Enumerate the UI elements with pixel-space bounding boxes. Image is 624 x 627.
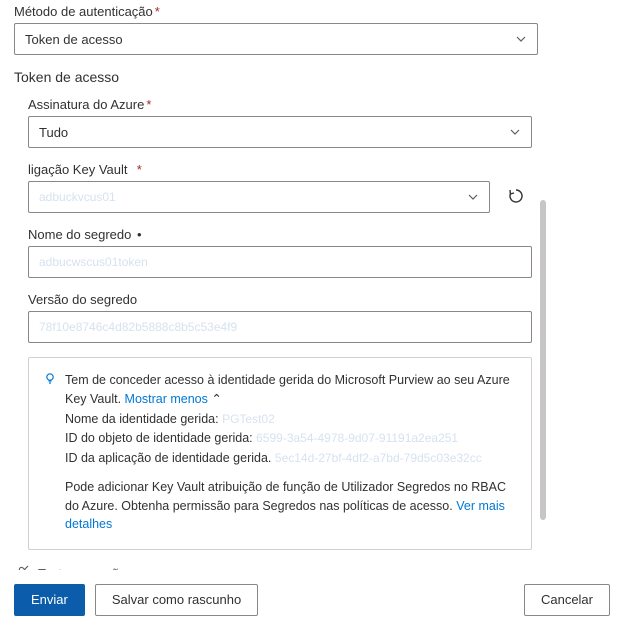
- tip-identity-obj: ID do objeto de identidade gerida: 6599-…: [65, 429, 517, 448]
- secret-version-placeholder: 78f10e8746c4d82b5888c8b5c53e4f9: [39, 320, 237, 334]
- key-vault-label-text: ligação Key Vault: [28, 162, 128, 177]
- tip-identity-name: Nome da identidade gerida: PGTest02: [65, 410, 517, 429]
- tip-paragraph-2: Pode adicionar Key Vault atribuição de f…: [65, 478, 517, 534]
- secret-name-input[interactable]: adbucwscus01token: [28, 246, 532, 278]
- azure-subscription-label-text: Assinatura do Azure: [28, 97, 144, 112]
- identity-app-label: ID da aplicação de identidade gerida.: [65, 451, 271, 465]
- tip-text-rbac: Pode adicionar Key Vault atribuição de f…: [65, 480, 506, 513]
- submit-button[interactable]: Enviar: [14, 584, 85, 616]
- refresh-icon: [507, 187, 525, 208]
- show-less-link[interactable]: Mostrar menos: [125, 392, 208, 406]
- key-vault-placeholder: adbuckvcus01: [39, 190, 116, 204]
- azure-subscription-value: Tudo: [39, 125, 68, 140]
- key-vault-label: ligação Key Vault *: [28, 162, 532, 177]
- identity-name-label: Nome da identidade gerida:: [65, 412, 219, 426]
- tip-line-intro: Tem de conceder acesso à identidade geri…: [65, 371, 517, 409]
- tip-box: Tem de conceder acesso à identidade geri…: [28, 357, 532, 550]
- section-title-access-token: Token de acesso: [14, 69, 538, 85]
- cancel-button[interactable]: Cancelar: [524, 584, 610, 616]
- key-vault-select[interactable]: adbuckvcus01: [28, 181, 490, 213]
- lightbulb-icon: [43, 372, 57, 392]
- chevron-down-icon: [509, 126, 521, 138]
- footer-bar: Enviar Salvar como rascunho Cancelar: [0, 571, 624, 627]
- arrow-up-icon: ⌃: [208, 392, 222, 406]
- auth-method-value: Token de acesso: [25, 32, 123, 47]
- secret-version-label: Versão do segredo: [28, 292, 532, 307]
- chevron-down-icon: [515, 33, 527, 45]
- secret-version-input[interactable]: 78f10e8746c4d82b5888c8b5c53e4f9: [28, 311, 532, 343]
- identity-obj-label: ID do objeto de identidade gerida:: [65, 431, 253, 445]
- required-asterisk: *: [137, 162, 142, 177]
- auth-method-label-text: Método de autenticação: [14, 4, 153, 19]
- auth-method-label: Método de autenticação*: [14, 4, 538, 19]
- required-asterisk: *: [155, 4, 160, 19]
- save-draft-button[interactable]: Salvar como rascunho: [95, 584, 258, 616]
- identity-obj-value: 6599-3a54-4978-9d07-91191a2ea251: [256, 429, 458, 447]
- azure-subscription-select[interactable]: Tudo: [28, 116, 532, 148]
- identity-app-value: 5ec14d-27bf-4df2-a7bd-79d5c03e32cc: [275, 449, 482, 467]
- secret-name-label: Nome do segredo •: [28, 227, 532, 242]
- azure-subscription-label: Assinatura do Azure*: [28, 97, 532, 112]
- refresh-button[interactable]: [500, 181, 532, 213]
- secret-name-placeholder: adbucwscus01token: [39, 255, 148, 269]
- chevron-down-icon: [467, 191, 479, 203]
- required-dot: •: [133, 227, 141, 242]
- plug-icon: [14, 564, 30, 570]
- test-connection-link[interactable]: Testar conexão: [38, 566, 126, 570]
- auth-method-select[interactable]: Token de acesso: [14, 23, 538, 55]
- scrollbar-thumb[interactable]: [540, 200, 546, 520]
- identity-name-value: PGTest02: [222, 410, 275, 428]
- secret-name-label-text: Nome do segredo: [28, 227, 131, 242]
- tip-identity-app: ID da aplicação de identidade gerida. 5e…: [65, 449, 517, 468]
- required-asterisk: *: [146, 97, 151, 112]
